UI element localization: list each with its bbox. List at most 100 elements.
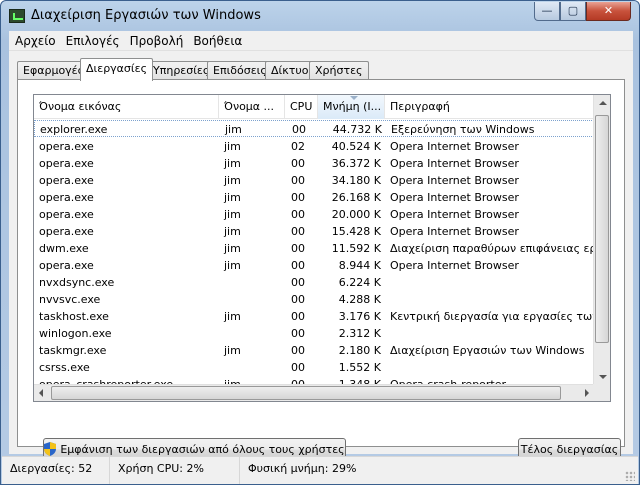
cell-user-name bbox=[219, 359, 285, 376]
cell-user-name: jim bbox=[224, 191, 241, 204]
cell-user-name: jim bbox=[224, 259, 241, 272]
menu-options[interactable]: Επιλογές bbox=[61, 31, 125, 51]
cell-cpu: 00 bbox=[291, 293, 305, 306]
scroll-right-icon[interactable] bbox=[585, 389, 589, 397]
resize-grip-icon[interactable] bbox=[625, 471, 635, 481]
table-row[interactable]: taskmgr.exe jim 00 2.180 K Διαχείριση Εργασι… bbox=[34, 342, 594, 359]
cell-user-name bbox=[219, 325, 285, 342]
horizontal-scrollbar[interactable] bbox=[34, 384, 594, 401]
cell-description: Διαχείριση Εργασιών των Windows bbox=[390, 344, 585, 357]
menu-file[interactable]: Αρχείο bbox=[9, 31, 61, 51]
table-row[interactable]: taskhost.exe jim 00 3.176 K Κεντρική διεργασ… bbox=[34, 308, 600, 325]
cell-image-name: winlogon.exe bbox=[39, 327, 112, 340]
cell-cpu: 00 bbox=[291, 310, 305, 323]
cell-cpu: 00 bbox=[291, 174, 305, 187]
table-row[interactable]: opera.exe jim 00 15.428 K Opera Internet Bro… bbox=[34, 223, 594, 240]
task-manager-icon bbox=[9, 9, 25, 23]
table-row[interactable]: csrss.exe 00 1.552 K bbox=[34, 359, 594, 376]
cell-image-name: opera.exe bbox=[39, 174, 94, 187]
vertical-scrollbar[interactable] bbox=[593, 95, 610, 385]
cell-image-name: opera.exe bbox=[39, 140, 94, 153]
cell-cpu: 00 bbox=[291, 157, 305, 170]
table-row[interactable]: nvxdsync.exe 00 6.224 K bbox=[34, 274, 594, 291]
cell-description bbox=[385, 274, 600, 291]
cell-cpu: 02 bbox=[291, 140, 305, 153]
main-panel: Εφαρμογές Διεργασίες Υπηρεσίες Επιδόσεις… bbox=[9, 51, 633, 461]
maximize-button[interactable]: ▢ bbox=[560, 2, 586, 21]
table-row[interactable]: winlogon.exe 00 2.312 K bbox=[34, 325, 594, 342]
scroll-left-icon[interactable] bbox=[39, 389, 43, 397]
cell-memory: 20.000 K bbox=[331, 208, 381, 221]
cell-image-name: nvvsvc.exe bbox=[39, 293, 101, 306]
cell-memory: 3.176 K bbox=[338, 310, 381, 323]
cell-memory: 1.552 K bbox=[338, 361, 381, 374]
table-row[interactable]: opera.exe jim 02 40.524 K Opera Internet Bro… bbox=[34, 138, 594, 155]
status-cpu-usage: Χρήση CPU: 2% bbox=[110, 457, 240, 484]
title-bar[interactable]: Διαχείριση Εργασιών των Windows — ▢ ✕ bbox=[1, 1, 639, 31]
cell-description: Opera Internet Browser bbox=[390, 191, 519, 204]
table-row[interactable]: opera.exe jim 00 20.000 K Opera Internet Bro… bbox=[34, 206, 594, 223]
cell-description: Opera Internet Browser bbox=[390, 140, 519, 153]
tab-performance[interactable]: Επιδόσεις bbox=[207, 61, 273, 80]
cell-user-name: jim bbox=[224, 140, 241, 153]
cell-cpu: 00 bbox=[291, 259, 305, 272]
cell-image-name: taskmgr.exe bbox=[39, 344, 107, 357]
horizontal-scroll-thumb[interactable] bbox=[51, 386, 561, 400]
column-image-name[interactable]: Όνομα εικόνας bbox=[34, 95, 219, 119]
table-row[interactable]: opera.exe jim 00 26.168 K Opera Internet Bro… bbox=[34, 189, 594, 206]
close-button[interactable]: ✕ bbox=[586, 2, 631, 21]
cell-description: Opera Internet Browser bbox=[390, 259, 519, 272]
cell-memory: 2.180 K bbox=[338, 344, 381, 357]
cell-description: Opera Internet Browser bbox=[390, 225, 519, 238]
menu-help[interactable]: Βοήθεια bbox=[188, 31, 247, 51]
cell-cpu: 00 bbox=[291, 225, 305, 238]
table-row[interactable]: opera.exe jim 00 34.180 K Opera Internet Bro… bbox=[34, 172, 594, 189]
column-cpu[interactable]: CPU bbox=[285, 95, 318, 119]
sort-descending-icon bbox=[350, 96, 358, 100]
cell-cpu: 00 bbox=[291, 242, 305, 255]
cell-cpu: 00 bbox=[291, 191, 305, 204]
cell-image-name: nvxdsync.exe bbox=[39, 276, 115, 289]
column-user-name[interactable]: Όνομα ... bbox=[219, 95, 285, 119]
cell-memory: 8.944 K bbox=[338, 259, 381, 272]
status-processes: Διεργασίες: 52 bbox=[2, 457, 110, 484]
table-row[interactable]: dwm.exe jim 00 11.592 K Διαχείριση παραθύρων… bbox=[34, 240, 600, 257]
cell-memory: 40.524 K bbox=[331, 140, 381, 153]
cell-user-name: jim bbox=[224, 242, 241, 255]
cell-user-name: jim bbox=[224, 208, 241, 221]
status-physical-memory: Φυσική μνήμη: 29% bbox=[248, 462, 357, 475]
column-description[interactable]: Περιγραφή bbox=[385, 95, 605, 119]
cell-image-name: opera.exe bbox=[39, 259, 94, 272]
vertical-scroll-thumb[interactable] bbox=[595, 115, 609, 343]
cell-cpu: 00 bbox=[291, 208, 305, 221]
scroll-down-icon[interactable] bbox=[599, 375, 607, 379]
table-row[interactable]: opera.exe jim 00 36.372 K Opera Internet Bro… bbox=[34, 155, 594, 172]
tab-processes[interactable]: Διεργασίες bbox=[80, 58, 154, 81]
tab-users[interactable]: Χρήστες bbox=[309, 61, 369, 80]
cell-memory: 4.288 K bbox=[338, 293, 381, 306]
table-row[interactable]: explorer.exe jim 00 44.732 K Εξερεύνηση των … bbox=[34, 120, 594, 137]
cell-user-name: jim bbox=[224, 344, 241, 357]
scroll-up-icon[interactable] bbox=[599, 101, 607, 105]
cell-cpu: 00 bbox=[291, 327, 305, 340]
column-memory[interactable]: Μνήμη (Ι... bbox=[318, 95, 385, 119]
tab-services[interactable]: Υπηρεσίες bbox=[147, 61, 216, 80]
process-list[interactable]: Όνομα εικόνας Όνομα ... CPU Μνήμη (Ι... … bbox=[33, 94, 611, 402]
minimize-button[interactable]: — bbox=[534, 2, 560, 21]
tab-networking[interactable]: Δίκτυο bbox=[265, 61, 315, 80]
cell-memory: 26.168 K bbox=[331, 191, 381, 204]
menu-view[interactable]: Προβολή bbox=[125, 31, 189, 51]
cell-cpu: 00 bbox=[292, 123, 306, 136]
table-row[interactable]: nvvsvc.exe 00 4.288 K bbox=[34, 291, 594, 308]
cell-user-name: jim bbox=[224, 157, 241, 170]
cell-image-name: dwm.exe bbox=[39, 242, 89, 255]
cell-description: Opera Internet Browser bbox=[390, 174, 519, 187]
table-row[interactable]: opera.exe jim 00 8.944 K Opera Internet Brow… bbox=[34, 257, 594, 274]
processes-page: Όνομα εικόνας Όνομα ... CPU Μνήμη (Ι... … bbox=[17, 79, 625, 461]
cell-description: Εξερεύνηση των Windows bbox=[391, 123, 535, 136]
cell-user-name: jim bbox=[224, 174, 241, 187]
scroll-corner bbox=[593, 384, 610, 401]
cell-image-name: csrss.exe bbox=[39, 361, 90, 374]
uac-shield-icon bbox=[44, 442, 57, 456]
cell-cpu: 00 bbox=[291, 361, 305, 374]
